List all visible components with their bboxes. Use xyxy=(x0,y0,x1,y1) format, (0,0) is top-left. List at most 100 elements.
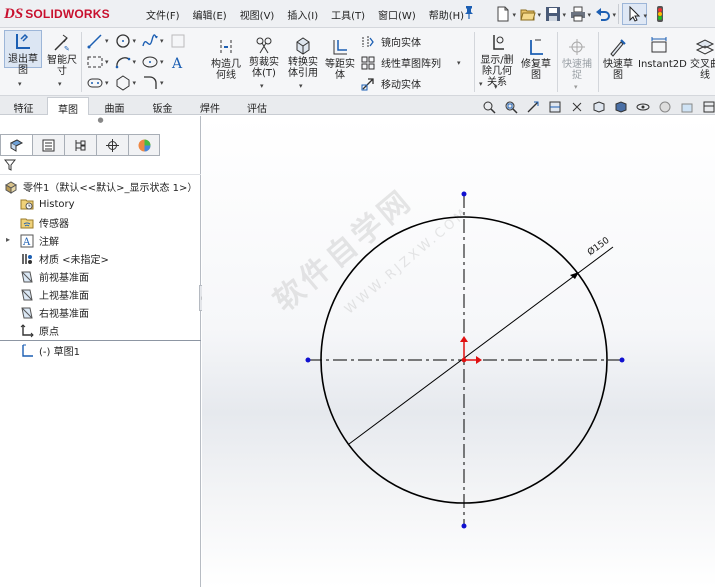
menu-help[interactable]: 帮助(H) xyxy=(429,7,464,22)
tab-surfaces[interactable]: 曲面 xyxy=(92,97,137,115)
exit-sketch-caret-icon[interactable]: ▾ xyxy=(18,80,22,88)
menu-file[interactable]: 文件(F) xyxy=(146,7,180,22)
text-icon[interactable]: A xyxy=(169,53,187,71)
polygon-caret-icon[interactable]: ▾ xyxy=(133,79,137,87)
dimxpert-manager-tab-icon[interactable] xyxy=(96,134,128,156)
rollback-bar[interactable] xyxy=(0,340,201,341)
filter-icon[interactable] xyxy=(4,159,16,171)
spline-icon[interactable] xyxy=(141,32,159,50)
centerline-endpoint[interactable] xyxy=(461,523,467,529)
menu-window[interactable]: 窗口(W) xyxy=(378,7,416,22)
menu-edit[interactable]: 编辑(E) xyxy=(193,7,227,22)
menu-insert[interactable]: 插入(I) xyxy=(287,7,318,22)
linear-pattern-button[interactable]: 线性草图阵列 ▾ xyxy=(361,55,461,70)
fillet-caret-icon[interactable]: ▾ xyxy=(160,79,164,87)
graphics-area[interactable]: 软件自学网 WWW.RJZXW.COM Ø150 xyxy=(202,116,715,587)
sketch-origin-marker[interactable] xyxy=(460,336,482,364)
part-root-node[interactable]: 零件1（默认<<默认>_显示状态 1>） xyxy=(4,179,197,194)
display-style-icon[interactable] xyxy=(610,99,632,115)
menu-tools[interactable]: 工具(T) xyxy=(331,7,365,22)
ellipse-icon[interactable] xyxy=(141,53,159,71)
tree-item-top-plane[interactable]: 上视基准面 xyxy=(20,287,89,302)
save-icon[interactable]: ▾ xyxy=(540,3,566,25)
traffic-light-icon[interactable] xyxy=(647,3,672,25)
apply-scene-icon[interactable] xyxy=(676,99,698,115)
property-manager-tab-icon[interactable] xyxy=(32,134,64,156)
convert-caret-icon[interactable]: ▾ xyxy=(299,82,303,90)
tree-item-sketch1[interactable]: (-) 草图1 xyxy=(20,343,80,358)
tree-item-annotations[interactable]: A 注解 xyxy=(20,233,59,248)
relations-caret-icon[interactable]: ▾ xyxy=(494,83,498,91)
feature-manager-tab-icon[interactable] xyxy=(0,134,32,156)
tree-item-right-plane[interactable]: 右视基准面 xyxy=(20,305,89,320)
display-delete-relations-button[interactable]: 显示/删除几何关系 xyxy=(478,32,516,88)
line-caret-icon[interactable]: ▾ xyxy=(105,37,109,45)
tab-sketch[interactable]: 草图 xyxy=(47,97,89,116)
trim-caret-icon[interactable]: ▾ xyxy=(260,82,264,90)
centerline-endpoint[interactable] xyxy=(619,357,625,363)
edit-appearance-icon[interactable] xyxy=(654,99,676,115)
spline-caret-icon[interactable]: ▾ xyxy=(160,37,164,45)
tab-weldments[interactable]: 焊件 xyxy=(188,97,232,115)
mirror-entities-button[interactable]: 镜向实体 xyxy=(361,34,421,49)
display-manager-tab-icon[interactable] xyxy=(128,134,160,156)
tab-features[interactable]: 特征 xyxy=(3,97,44,115)
hide-show-items-icon[interactable] xyxy=(632,99,654,115)
construction-geometry-button[interactable]: 构造几何线 xyxy=(210,36,242,81)
tab-evaluate[interactable]: 评估 xyxy=(235,97,279,115)
smart-dimension-button[interactable]: ✎ 智能尺寸 xyxy=(45,32,79,77)
line-icon[interactable] xyxy=(86,32,104,50)
circle-caret-icon[interactable]: ▾ xyxy=(133,37,137,45)
convert-entities-button[interactable]: 转换实体引用 xyxy=(285,34,321,79)
linear-pattern-caret-icon[interactable]: ▾ xyxy=(457,59,461,67)
tree-item-material[interactable]: 材质 <未指定> xyxy=(20,251,109,266)
pin-menu-icon[interactable] xyxy=(463,5,475,22)
quick-snaps-caret-icon[interactable]: ▾ xyxy=(574,83,578,91)
sketch-canvas[interactable] xyxy=(202,116,715,587)
polygon-icon[interactable] xyxy=(114,74,132,92)
tree-item-front-plane[interactable]: 前视基准面 xyxy=(20,269,89,284)
arc-icon[interactable] xyxy=(114,53,132,71)
rectangle-icon[interactable] xyxy=(86,53,104,71)
annotations-expand-icon[interactable]: ▸ xyxy=(6,235,10,244)
circle-icon[interactable] xyxy=(114,32,132,50)
tree-item-history[interactable]: History xyxy=(20,197,75,211)
instant2d-button[interactable]: Instant2D xyxy=(638,36,687,70)
new-document-icon[interactable]: ▾ xyxy=(490,3,516,25)
menu-view[interactable]: 视图(V) xyxy=(240,7,275,22)
arc-caret-icon[interactable]: ▾ xyxy=(133,58,137,66)
tab-sheet-metal[interactable]: 钣金 xyxy=(140,97,185,115)
exit-sketch-button[interactable]: 退出草图 xyxy=(4,30,42,76)
centerline-endpoint[interactable] xyxy=(461,191,467,197)
intersection-curve-button[interactable]: 交叉曲线 xyxy=(688,36,715,81)
offset-entities-button[interactable]: 等距实体 xyxy=(324,36,356,81)
quick-snaps-button[interactable]: 快速捕捉 xyxy=(560,36,594,81)
previous-view-icon[interactable] xyxy=(522,99,544,115)
configuration-manager-tab-icon[interactable] xyxy=(64,134,96,156)
print-icon[interactable]: ▾ xyxy=(565,3,591,25)
section-view-icon[interactable] xyxy=(544,99,566,115)
rectangle-caret-icon[interactable]: ▾ xyxy=(105,58,109,66)
panel-grip[interactable]: ● xyxy=(0,116,201,130)
ellipse-caret-icon[interactable]: ▾ xyxy=(160,58,164,66)
fillet-icon[interactable] xyxy=(141,74,159,92)
slot-icon[interactable] xyxy=(86,74,104,92)
slot-caret-icon[interactable]: ▾ xyxy=(105,79,109,87)
rapid-sketch-button[interactable]: 快速草图 xyxy=(600,36,636,81)
tree-item-sensors[interactable]: 传感器 xyxy=(20,215,69,230)
undo-icon[interactable]: ▾ xyxy=(590,3,616,25)
smart-dimension-caret-icon[interactable]: ▾ xyxy=(58,80,62,88)
view-orientation-icon[interactable] xyxy=(588,99,610,115)
zoom-to-area-icon[interactable] xyxy=(500,99,522,115)
view-settings-icon[interactable] xyxy=(698,99,715,115)
select-arrow-icon[interactable]: ▾ xyxy=(622,3,647,25)
dynamic-annotation-icon[interactable] xyxy=(566,99,588,115)
open-icon[interactable]: ▾ xyxy=(515,3,541,25)
tree-filter[interactable] xyxy=(0,156,201,175)
zoom-to-fit-icon[interactable] xyxy=(478,99,500,115)
move-entities-button[interactable]: 移动实体 ▾ xyxy=(361,76,483,91)
repair-sketch-button[interactable]: 修复草图 xyxy=(519,36,553,81)
trim-entities-button[interactable]: 剪裁实体(T) xyxy=(246,34,282,79)
centerline-endpoint[interactable] xyxy=(305,357,311,363)
tree-item-origin[interactable]: 原点 xyxy=(20,323,59,338)
